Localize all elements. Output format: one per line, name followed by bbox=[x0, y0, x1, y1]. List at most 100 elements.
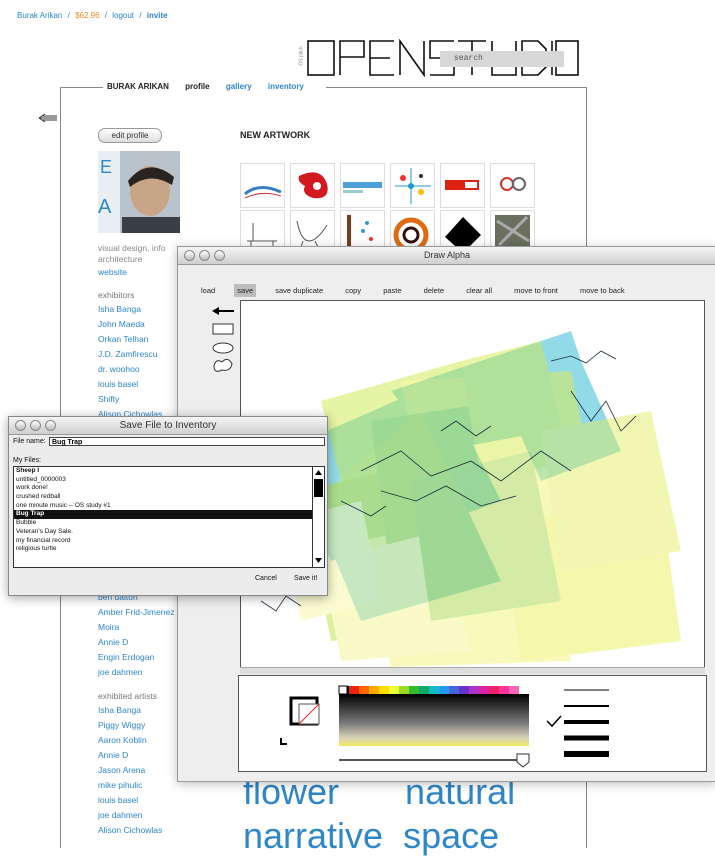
profile-description: visual design, info architecture bbox=[98, 243, 166, 265]
artwork-image bbox=[445, 180, 479, 190]
artwork-image bbox=[298, 172, 328, 199]
artwork-thumbnail[interactable] bbox=[490, 163, 535, 208]
list-item[interactable]: louis basel bbox=[98, 793, 162, 808]
list-item[interactable]: Bubble bbox=[14, 519, 324, 528]
file-list-scrollbar[interactable] bbox=[312, 467, 324, 567]
profile-name: BURAK ARIKAN bbox=[107, 82, 169, 91]
tab-gallery[interactable]: gallery bbox=[226, 82, 252, 91]
artwork-image bbox=[500, 177, 526, 191]
balance-link[interactable]: $62.96 bbox=[75, 11, 99, 20]
list-item[interactable]: joe dahmen bbox=[98, 665, 175, 680]
nav-separator: / bbox=[104, 11, 107, 20]
list-item[interactable]: Isha Banga bbox=[98, 302, 162, 317]
list-item[interactable]: Aaron Koblin bbox=[98, 733, 162, 748]
artwork-thumbnail[interactable] bbox=[240, 163, 285, 208]
delete-button[interactable]: delete bbox=[421, 284, 447, 297]
minimize-button[interactable] bbox=[199, 250, 210, 261]
list-item[interactable]: Isha Banga bbox=[98, 703, 162, 718]
dialog-titlebar[interactable]: Save File to Inventory bbox=[9, 417, 327, 435]
list-item[interactable]: Shifty bbox=[98, 392, 162, 407]
shape-tools bbox=[210, 306, 236, 381]
file-name-input[interactable]: Bug Trap bbox=[49, 437, 325, 446]
minimize-button[interactable] bbox=[30, 420, 41, 431]
tab-profile[interactable]: profile bbox=[185, 82, 209, 91]
list-item[interactable]: Moira bbox=[98, 620, 175, 635]
paste-button[interactable]: paste bbox=[380, 284, 404, 297]
arrow-tool-icon[interactable] bbox=[212, 307, 234, 315]
clear-all-button[interactable]: clear all bbox=[463, 284, 495, 297]
list-item[interactable]: mike pihulic bbox=[98, 778, 162, 793]
website-link[interactable]: website bbox=[98, 267, 127, 277]
load-button[interactable]: load bbox=[198, 284, 218, 297]
artwork-thumbnail[interactable] bbox=[340, 163, 385, 208]
freeform-tool-icon[interactable] bbox=[213, 358, 233, 372]
exhibitors-heading: exhibitors bbox=[98, 290, 135, 300]
user-link[interactable]: Burak Arikan bbox=[17, 11, 62, 20]
tool-icons bbox=[212, 307, 234, 372]
file-name-label: File name: bbox=[13, 438, 46, 445]
collapse-arrow-icon[interactable] bbox=[38, 113, 58, 123]
list-item-selected[interactable]: Bug Trap bbox=[14, 510, 324, 520]
stroke-width-options[interactable] bbox=[546, 689, 609, 757]
artwork-thumbnail[interactable] bbox=[290, 163, 335, 208]
zoom-button[interactable] bbox=[45, 420, 56, 431]
list-item[interactable]: work done! bbox=[14, 484, 324, 493]
color-grid[interactable] bbox=[338, 685, 529, 746]
rectangle-tool-icon[interactable] bbox=[212, 323, 234, 335]
list-item[interactable]: Amber Frid-Jimenez bbox=[98, 605, 175, 620]
list-item[interactable]: Annie D bbox=[98, 635, 175, 650]
list-item[interactable]: joe dahmen bbox=[98, 808, 162, 823]
artwork-thumbnail[interactable] bbox=[390, 163, 435, 208]
invite-link[interactable]: invite bbox=[147, 11, 168, 20]
avatar-photo: E A bbox=[98, 151, 180, 233]
copy-button[interactable]: copy bbox=[342, 284, 364, 297]
save-duplicate-button[interactable]: save duplicate bbox=[272, 284, 326, 297]
scrollbar-graphics bbox=[314, 470, 323, 563]
list-item[interactable]: dr. woohoo bbox=[98, 362, 162, 377]
search-input[interactable]: search bbox=[440, 51, 564, 67]
edit-profile-button[interactable]: edit profile bbox=[98, 128, 162, 143]
top-nav: Burak Arikan / $62.96 / logout / invite bbox=[17, 11, 168, 20]
list-item[interactable]: one minute music -- OS study #1 bbox=[14, 502, 324, 511]
close-button[interactable] bbox=[15, 420, 26, 431]
file-list[interactable]: Sheep I untitled_0000003 work done! crus… bbox=[13, 466, 325, 568]
cancel-button[interactable]: Cancel bbox=[255, 575, 277, 582]
list-item[interactable]: Jason Arena bbox=[98, 763, 162, 778]
desc-line: visual design, info bbox=[98, 243, 166, 253]
list-item[interactable]: Sheep I bbox=[14, 467, 324, 476]
logout-link[interactable]: logout bbox=[112, 11, 134, 20]
list-item[interactable]: Annie D bbox=[98, 748, 162, 763]
ellipse-tool-icon[interactable] bbox=[212, 342, 234, 354]
list-item[interactable]: Piggy Wiggy bbox=[98, 718, 162, 733]
logo-small-text: OS pitch bbox=[298, 46, 305, 66]
window-title: Draw Alpha bbox=[423, 250, 471, 260]
save-button[interactable]: save bbox=[234, 284, 257, 297]
canvas-scrollbar[interactable] bbox=[240, 667, 705, 674]
list-item[interactable]: my financial record bbox=[14, 537, 324, 546]
scroll-down-icon bbox=[315, 558, 322, 563]
list-item[interactable]: religious turtle bbox=[14, 545, 324, 554]
tab-inventory[interactable]: inventory bbox=[268, 82, 304, 91]
close-button[interactable] bbox=[184, 250, 195, 261]
list-item[interactable]: Engin Erdogan bbox=[98, 650, 175, 665]
check-icon bbox=[546, 715, 562, 728]
list-item[interactable]: untitled_0000003 bbox=[14, 476, 324, 485]
window-titlebar[interactable]: Draw Alpha bbox=[178, 247, 715, 265]
artwork-image bbox=[395, 168, 431, 204]
save-it-button[interactable]: Save it! bbox=[294, 575, 317, 582]
fill-stroke-swatch-icon[interactable] bbox=[280, 696, 320, 745]
exhibited-artists-list: Isha Banga Piggy Wiggy Aaron Koblin Anni… bbox=[98, 703, 162, 838]
list-item[interactable]: louis basel bbox=[98, 377, 162, 392]
list-item[interactable]: John Maeda bbox=[98, 317, 162, 332]
svg-text:A: A bbox=[98, 196, 112, 218]
list-item[interactable]: J.D. Zamfirescu bbox=[98, 347, 162, 362]
move-to-back-button[interactable]: move to back bbox=[577, 284, 628, 297]
list-item[interactable]: Veteran's Day Sale. bbox=[14, 528, 324, 537]
zoom-button[interactable] bbox=[214, 250, 225, 261]
list-item[interactable]: crushed redball bbox=[14, 493, 324, 502]
move-to-front-button[interactable]: move to front bbox=[511, 284, 561, 297]
artwork-thumbnail[interactable] bbox=[440, 163, 485, 208]
list-item[interactable]: Orkan Telhan bbox=[98, 332, 162, 347]
exhibitors-list: Isha Banga John Maeda Orkan Telhan J.D. … bbox=[98, 302, 162, 422]
opacity-slider[interactable] bbox=[339, 753, 530, 768]
